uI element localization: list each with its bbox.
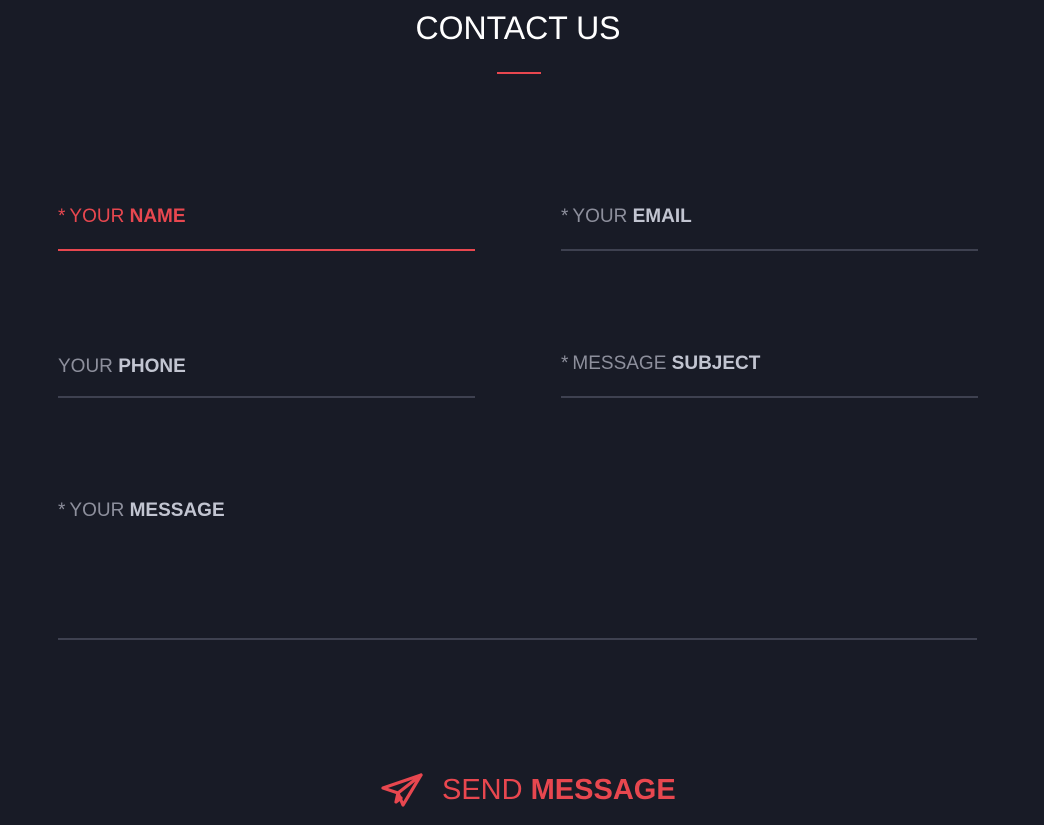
name-field[interactable]: * YOUR NAME <box>58 200 475 251</box>
label-prefix: YOUR <box>572 206 628 227</box>
send-message-label: SEND MESSAGE <box>442 774 676 807</box>
label-prefix: YOUR <box>58 356 113 377</box>
send-message-button[interactable]: SEND MESSAGE <box>380 770 676 810</box>
email-field-label: * YOUR EMAIL <box>561 206 692 228</box>
subject-field[interactable]: * MESSAGE SUBJECT <box>561 347 978 398</box>
subject-field-label: * MESSAGE SUBJECT <box>561 353 760 375</box>
send-strong: MESSAGE <box>530 773 676 806</box>
label-strong: EMAIL <box>632 206 692 227</box>
page-title: CONTACT US <box>415 10 621 46</box>
label-strong: MESSAGE <box>129 500 225 521</box>
label-strong: PHONE <box>118 356 186 377</box>
required-mark: * <box>58 206 66 227</box>
label-prefix: YOUR <box>69 206 125 227</box>
label-prefix: YOUR <box>69 500 125 521</box>
name-field-underline <box>58 249 475 251</box>
send-prefix: SEND <box>442 773 531 806</box>
phone-field-underline <box>58 396 475 398</box>
required-mark: * <box>58 500 66 521</box>
message-field[interactable]: * YOUR MESSAGE <box>58 494 977 640</box>
required-mark: * <box>561 353 569 374</box>
email-field-underline <box>561 249 978 251</box>
name-field-label: * YOUR NAME <box>58 206 186 228</box>
label-strong: SUBJECT <box>671 353 761 374</box>
phone-field[interactable]: YOUR PHONE <box>58 350 475 398</box>
message-field-label: * YOUR MESSAGE <box>58 500 225 522</box>
required-mark: * <box>561 206 569 227</box>
subject-field-underline <box>561 396 978 398</box>
label-strong: NAME <box>129 206 186 227</box>
email-field[interactable]: * YOUR EMAIL <box>561 200 978 251</box>
paper-plane-icon <box>381 773 423 807</box>
title-underline <box>497 72 541 74</box>
label-prefix: MESSAGE <box>572 353 667 374</box>
phone-field-label: YOUR PHONE <box>58 356 186 378</box>
message-field-underline <box>58 638 977 640</box>
